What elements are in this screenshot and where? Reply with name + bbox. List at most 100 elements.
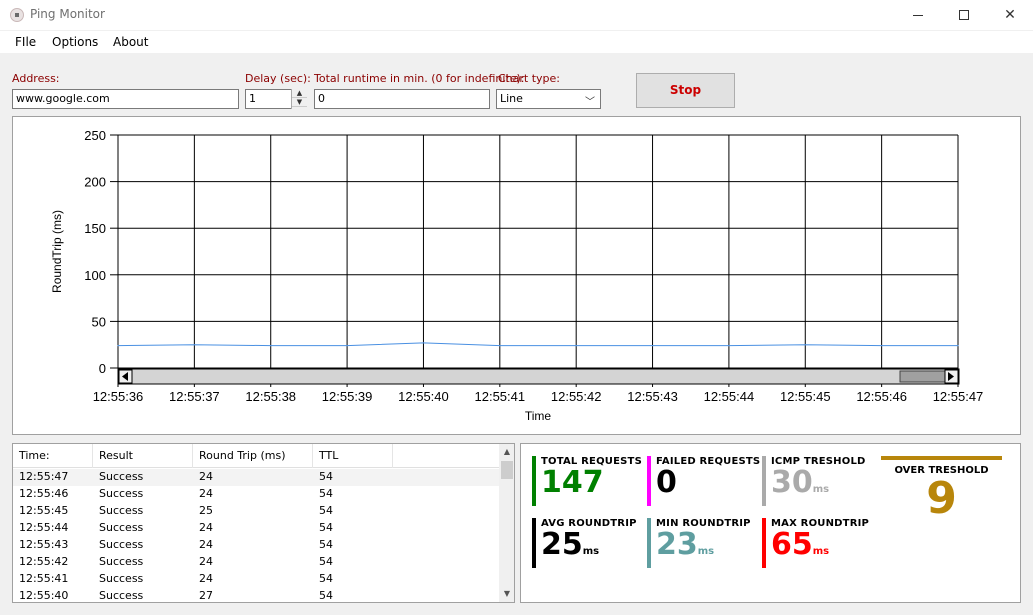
table-row[interactable]: 12:55:44 Success 24 54 bbox=[13, 520, 499, 537]
table-cell: 24 bbox=[199, 538, 213, 551]
table-cell: 54 bbox=[319, 555, 333, 568]
table-cell: 27 bbox=[199, 589, 213, 602]
table-cell: 12:55:46 bbox=[19, 487, 69, 500]
window-title: Ping Monitor bbox=[30, 7, 105, 21]
x-tick-label: 12:55:41 bbox=[475, 389, 526, 404]
table-row[interactable]: 12:55:43 Success 24 54 bbox=[13, 537, 499, 554]
table-cell: 24 bbox=[199, 555, 213, 568]
stat-value: 0 bbox=[656, 465, 677, 500]
stat-failed-requests: FAILED REQUESTS 0 bbox=[647, 456, 760, 506]
table-row[interactable]: 12:55:41 Success 24 54 bbox=[13, 571, 499, 588]
delay-stepper[interactable]: ▲ ▼ bbox=[291, 89, 307, 109]
data-point bbox=[881, 345, 883, 347]
ping-log-table: Time: Result Round Trip (ms) TTL 12:55:4… bbox=[12, 443, 515, 603]
table-cell: Success bbox=[99, 487, 144, 500]
stat-value: 65ms bbox=[771, 527, 830, 562]
y-tick-label: 0 bbox=[99, 361, 106, 376]
table-row[interactable]: 12:55:42 Success 24 54 bbox=[13, 554, 499, 571]
runtime-label: Total runtime in min. (0 for indefinite)… bbox=[314, 72, 525, 85]
over-threshold-bar bbox=[881, 456, 1002, 460]
table-cell: Success bbox=[99, 589, 144, 602]
data-point bbox=[575, 345, 577, 347]
data-point bbox=[346, 345, 348, 347]
menu-file[interactable]: FIle bbox=[15, 35, 36, 49]
runtime-input[interactable]: 0 bbox=[314, 89, 490, 109]
table-cell: 25 bbox=[199, 504, 213, 517]
table-row[interactable]: 12:55:47 Success 24 54 bbox=[13, 469, 499, 486]
data-point bbox=[193, 344, 195, 346]
stat-total-requests: TOTAL REQUESTS 147 bbox=[532, 456, 642, 506]
table-cell: 24 bbox=[199, 487, 213, 500]
x-tick-label: 12:55:44 bbox=[704, 389, 755, 404]
chart-scroll-thumb bbox=[899, 370, 946, 383]
stat-min-roundtrip: MIN ROUNDTRIP 23ms bbox=[647, 518, 751, 568]
table-cell: Success bbox=[99, 538, 144, 551]
chart-svg: 12:55:36 12:55:37 12:55:38 12:55:39 12:55:40… bbox=[50, 128, 983, 423]
table-cell: 54 bbox=[319, 572, 333, 585]
data-point bbox=[499, 345, 501, 347]
column-header-time[interactable]: Time: bbox=[13, 444, 93, 468]
minimize-button[interactable] bbox=[895, 0, 941, 30]
table-cell: 54 bbox=[319, 589, 333, 602]
menu-options[interactable]: Options bbox=[52, 35, 98, 49]
stat-avg-roundtrip: AVG ROUNDTRIP 25ms bbox=[532, 518, 637, 568]
table-header: Time: Result Round Trip (ms) TTL bbox=[13, 444, 499, 468]
data-point bbox=[804, 344, 806, 346]
stop-button[interactable]: Stop bbox=[636, 73, 735, 108]
menu-bar: FIle Options About bbox=[0, 31, 1033, 53]
series-line bbox=[117, 342, 958, 347]
y-tick-label: 250 bbox=[84, 128, 106, 143]
table-cell: 24 bbox=[199, 470, 213, 483]
table-cell: 54 bbox=[319, 470, 333, 483]
column-header-roundtrip[interactable]: Round Trip (ms) bbox=[193, 444, 313, 468]
y-tick-label: 50 bbox=[92, 314, 106, 329]
x-tick-label: 12:55:37 bbox=[169, 389, 220, 404]
table-cell: 12:55:42 bbox=[19, 555, 69, 568]
table-cell: 24 bbox=[199, 572, 213, 585]
scroll-down-icon[interactable]: ▼ bbox=[499, 587, 514, 601]
scroll-thumb[interactable] bbox=[501, 461, 513, 479]
app-icon bbox=[10, 8, 24, 22]
maximize-icon bbox=[959, 10, 969, 20]
table-scrollbar[interactable]: ▲ ▼ bbox=[499, 444, 514, 602]
close-button[interactable]: ✕ bbox=[987, 0, 1033, 30]
table-row[interactable]: 12:55:40 Success 27 54 bbox=[13, 588, 499, 602]
data-point bbox=[728, 345, 730, 347]
data-point bbox=[117, 345, 119, 347]
table-row[interactable]: 12:55:46 Success 24 54 bbox=[13, 486, 499, 503]
maximize-button[interactable] bbox=[941, 0, 987, 30]
x-axis-title: Time bbox=[525, 409, 552, 423]
table-cell: Success bbox=[99, 555, 144, 568]
table-cell: 12:55:47 bbox=[19, 470, 69, 483]
address-label: Address: bbox=[12, 72, 60, 85]
y-tick-label: 100 bbox=[84, 268, 106, 283]
stats-panel: TOTAL REQUESTS 147 FAILED REQUESTS 0 ICM… bbox=[520, 443, 1021, 603]
table-cell: 12:55:40 bbox=[19, 589, 69, 602]
table-cell: Success bbox=[99, 470, 144, 483]
column-header-result[interactable]: Result bbox=[93, 444, 193, 468]
table-cell: 54 bbox=[319, 538, 333, 551]
column-header-ttl[interactable]: TTL bbox=[313, 444, 393, 468]
stat-value: 30ms bbox=[771, 465, 830, 500]
table-cell: 24 bbox=[199, 521, 213, 534]
stat-icmp-threshold: ICMP TRESHOLD 30ms bbox=[762, 456, 866, 506]
x-tick-label: 12:55:36 bbox=[93, 389, 144, 404]
scroll-up-icon[interactable]: ▲ bbox=[499, 445, 514, 459]
x-tick-label: 12:55:38 bbox=[245, 389, 296, 404]
table-row[interactable]: 12:55:45 Success 25 54 bbox=[13, 503, 499, 520]
table-cell: Success bbox=[99, 572, 144, 585]
stepper-up-icon[interactable]: ▲ bbox=[292, 89, 307, 98]
x-tick-label: 12:55:46 bbox=[856, 389, 907, 404]
chevron-down-icon: ﹀ bbox=[585, 97, 595, 108]
stepper-down-icon[interactable]: ▼ bbox=[292, 98, 307, 107]
x-tick-label: 12:55:42 bbox=[551, 389, 602, 404]
charttype-select[interactable]: Line ﹀ bbox=[496, 89, 601, 109]
address-input[interactable]: www.google.com bbox=[12, 89, 239, 109]
menu-about[interactable]: About bbox=[113, 35, 148, 49]
table-cell: 12:55:41 bbox=[19, 572, 69, 585]
stat-value: 9 bbox=[926, 473, 957, 524]
table-cell: Success bbox=[99, 521, 144, 534]
stat-value: 147 bbox=[541, 465, 604, 500]
data-point bbox=[422, 342, 425, 344]
chart-scrollbar bbox=[117, 368, 960, 385]
